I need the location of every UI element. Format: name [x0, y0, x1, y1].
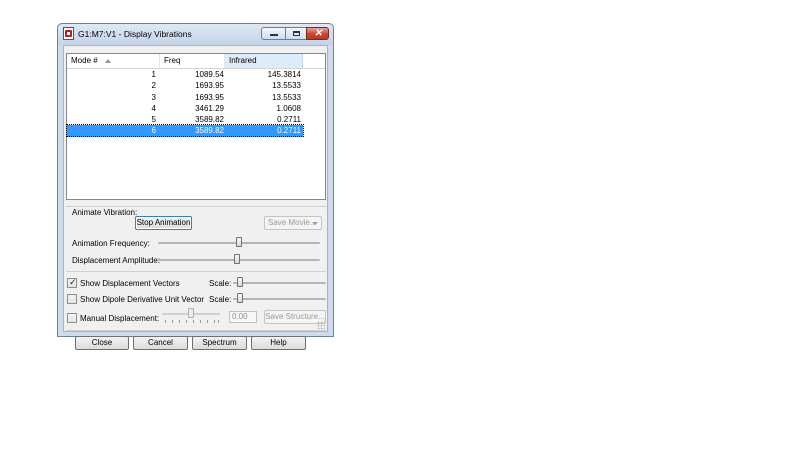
vibration-mode-list[interactable]: Mode # Freq Infrared 1 1089.54 145.3814 …	[66, 53, 326, 200]
cell-infrared: 145.3814	[267, 70, 301, 79]
cancel-button[interactable]: Cancel	[133, 336, 188, 350]
manual-displacement-ticks	[165, 320, 219, 323]
cell-freq: 3461.29	[195, 103, 224, 113]
maximize-icon	[293, 31, 300, 36]
display-vibrations-window: G1:M7:V1 - Display Vibrations ✕ Mode # F…	[57, 23, 334, 350]
table-row[interactable]: 2 1693.95 13.5533	[67, 80, 325, 91]
cell-freq: 3589.82	[195, 126, 224, 136]
displacement-amplitude-slider[interactable]	[234, 254, 241, 264]
resize-grip-icon[interactable]	[317, 321, 325, 329]
cell-freq: 3589.82	[195, 115, 224, 125]
manual-displacement-checkbox[interactable]	[67, 313, 77, 323]
cell-infrared: 13.5533	[272, 81, 301, 91]
close-window-button[interactable]: ✕	[306, 27, 329, 40]
table-row[interactable]: 6 3589.82 0.2711	[66, 124, 304, 138]
help-button[interactable]: Help	[251, 336, 306, 350]
column-header-mode[interactable]: Mode #	[67, 54, 160, 68]
dialog-body: Mode # Freq Infrared 1 1089.54 145.3814 …	[63, 45, 328, 350]
cell-infrared: 13.5533	[272, 92, 301, 102]
show-dipole-vector-checkbox[interactable]	[67, 294, 77, 304]
scale-label: Scale:	[209, 279, 232, 288]
separator	[66, 271, 326, 272]
stop-animation-button[interactable]: Stop Animation	[135, 216, 192, 230]
close-button[interactable]: Close	[75, 336, 129, 350]
save-movie-dropdown[interactable]: Save Movie...	[264, 216, 322, 230]
displacement-amplitude-label: Displacement Amplitude:	[72, 256, 161, 265]
minimize-button[interactable]	[261, 27, 286, 40]
manual-displacement-slider[interactable]	[188, 308, 194, 318]
list-rows: 1 1089.54 145.3814 2 1693.95 13.5533 3 1…	[66, 69, 325, 138]
cell-mode: 4	[151, 103, 156, 113]
column-header-infrared[interactable]: Infrared	[225, 54, 303, 68]
separator	[66, 206, 326, 207]
separator	[66, 330, 326, 331]
column-freq-label: Freq	[164, 56, 181, 65]
table-row[interactable]: 5 3589.82 0.2711	[67, 114, 325, 125]
window-title: G1:M7:V1 - Display Vibrations	[78, 29, 192, 39]
title-bar[interactable]: G1:M7:V1 - Display Vibrations ✕	[58, 24, 333, 45]
show-dipole-vector-label: Show Dipole Derivative Unit Vector	[80, 295, 205, 304]
cell-infrared: 0.2711	[277, 115, 301, 125]
cell-freq: 1693.95	[195, 92, 224, 102]
sort-ascending-icon	[105, 59, 111, 63]
close-icon: ✕	[314, 28, 323, 39]
dipole-scale-track	[233, 298, 326, 300]
cell-mode: 6	[151, 126, 156, 136]
show-displacement-vectors-checkbox[interactable]	[67, 277, 77, 288]
column-header-freq[interactable]: Freq	[160, 54, 225, 68]
save-movie-label: Save Movie...	[268, 218, 317, 227]
cell-mode: 1	[151, 70, 156, 79]
app-icon	[63, 27, 74, 40]
show-displacement-vectors-label: Show Displacement Vectors	[80, 279, 180, 288]
minimize-icon	[270, 34, 278, 36]
animation-frequency-slider[interactable]	[236, 237, 242, 247]
table-row[interactable]: 4 3461.29 1.0608	[67, 103, 325, 114]
table-row[interactable]: 1 1089.54 145.3814	[67, 69, 325, 80]
animate-vibration-label: Animate Vibration:	[72, 208, 138, 217]
cell-mode: 3	[151, 92, 156, 102]
cell-mode: 5	[151, 115, 156, 125]
chevron-down-icon	[312, 222, 318, 225]
cell-infrared: 1.0608	[276, 103, 301, 113]
displacement-scale-track	[233, 282, 326, 284]
spectrum-button[interactable]: Spectrum	[192, 336, 247, 350]
cell-mode: 2	[151, 81, 156, 91]
list-header: Mode # Freq Infrared	[67, 54, 325, 69]
column-infrared-label: Infrared	[229, 56, 257, 65]
manual-displacement-label: Manual Displacement:	[80, 314, 160, 323]
column-mode-label: Mode #	[71, 56, 98, 65]
animation-frequency-label: Animation Frequency:	[72, 239, 150, 248]
displacement-scale-slider[interactable]	[237, 277, 244, 287]
cell-infrared: 0.2711	[277, 126, 301, 136]
manual-displacement-value[interactable]: 0.00	[229, 311, 257, 323]
maximize-button[interactable]	[285, 27, 307, 40]
cell-freq: 1089.54	[195, 70, 224, 79]
scale-label: Scale:	[209, 295, 232, 304]
cell-freq: 1693.95	[195, 81, 224, 91]
table-row[interactable]: 3 1693.95 13.5533	[67, 92, 325, 103]
dipole-scale-slider[interactable]	[237, 293, 244, 303]
